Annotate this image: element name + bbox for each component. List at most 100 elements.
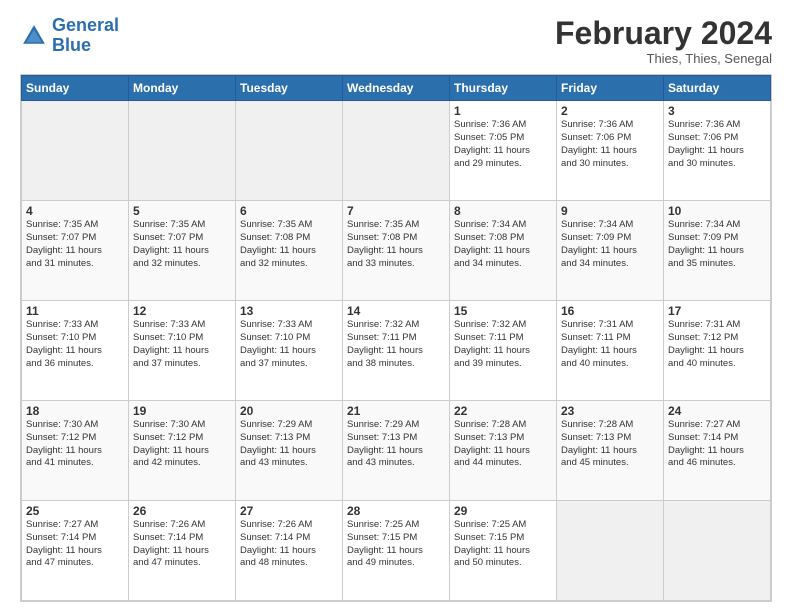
- calendar-cell: 13Sunrise: 7:33 AM Sunset: 7:10 PM Dayli…: [236, 301, 343, 401]
- logo-text: General Blue: [52, 16, 119, 56]
- day-info: Sunrise: 7:34 AM Sunset: 7:09 PM Dayligh…: [561, 219, 659, 270]
- calendar-cell: 14Sunrise: 7:32 AM Sunset: 7:11 PM Dayli…: [343, 301, 450, 401]
- calendar-cell: 5Sunrise: 7:35 AM Sunset: 7:07 PM Daylig…: [129, 201, 236, 301]
- day-info: Sunrise: 7:29 AM Sunset: 7:13 PM Dayligh…: [240, 419, 338, 470]
- day-info: Sunrise: 7:33 AM Sunset: 7:10 PM Dayligh…: [133, 319, 231, 370]
- day-number: 15: [454, 304, 552, 318]
- day-info: Sunrise: 7:30 AM Sunset: 7:12 PM Dayligh…: [133, 419, 231, 470]
- day-info: Sunrise: 7:27 AM Sunset: 7:14 PM Dayligh…: [26, 519, 124, 570]
- day-info: Sunrise: 7:26 AM Sunset: 7:14 PM Dayligh…: [133, 519, 231, 570]
- day-info: Sunrise: 7:25 AM Sunset: 7:15 PM Dayligh…: [347, 519, 445, 570]
- week-row-4: 18Sunrise: 7:30 AM Sunset: 7:12 PM Dayli…: [22, 401, 771, 501]
- day-number: 18: [26, 404, 124, 418]
- weekday-row: SundayMondayTuesdayWednesdayThursdayFrid…: [22, 76, 771, 101]
- calendar-cell: 12Sunrise: 7:33 AM Sunset: 7:10 PM Dayli…: [129, 301, 236, 401]
- day-info: Sunrise: 7:34 AM Sunset: 7:08 PM Dayligh…: [454, 219, 552, 270]
- page: General Blue February 2024 Thies, Thies,…: [0, 0, 792, 612]
- logo-icon: [20, 22, 48, 50]
- day-number: 24: [668, 404, 766, 418]
- day-number: 22: [454, 404, 552, 418]
- day-info: Sunrise: 7:31 AM Sunset: 7:11 PM Dayligh…: [561, 319, 659, 370]
- day-info: Sunrise: 7:29 AM Sunset: 7:13 PM Dayligh…: [347, 419, 445, 470]
- day-number: 1: [454, 104, 552, 118]
- day-info: Sunrise: 7:36 AM Sunset: 7:06 PM Dayligh…: [668, 119, 766, 170]
- day-number: 2: [561, 104, 659, 118]
- calendar-cell: 27Sunrise: 7:26 AM Sunset: 7:14 PM Dayli…: [236, 501, 343, 601]
- calendar-cell: [343, 101, 450, 201]
- day-number: 27: [240, 504, 338, 518]
- calendar-cell: 2Sunrise: 7:36 AM Sunset: 7:06 PM Daylig…: [557, 101, 664, 201]
- day-info: Sunrise: 7:30 AM Sunset: 7:12 PM Dayligh…: [26, 419, 124, 470]
- day-number: 4: [26, 204, 124, 218]
- calendar-cell: 7Sunrise: 7:35 AM Sunset: 7:08 PM Daylig…: [343, 201, 450, 301]
- day-info: Sunrise: 7:35 AM Sunset: 7:08 PM Dayligh…: [240, 219, 338, 270]
- day-number: 25: [26, 504, 124, 518]
- calendar-cell: 21Sunrise: 7:29 AM Sunset: 7:13 PM Dayli…: [343, 401, 450, 501]
- day-info: Sunrise: 7:28 AM Sunset: 7:13 PM Dayligh…: [561, 419, 659, 470]
- calendar-cell: 25Sunrise: 7:27 AM Sunset: 7:14 PM Dayli…: [22, 501, 129, 601]
- calendar-cell: 18Sunrise: 7:30 AM Sunset: 7:12 PM Dayli…: [22, 401, 129, 501]
- day-number: 29: [454, 504, 552, 518]
- calendar-cell: 11Sunrise: 7:33 AM Sunset: 7:10 PM Dayli…: [22, 301, 129, 401]
- calendar-cell: 3Sunrise: 7:36 AM Sunset: 7:06 PM Daylig…: [664, 101, 771, 201]
- day-number: 17: [668, 304, 766, 318]
- week-row-2: 4 Sunrise: 7:35 AM Sunset: 7:07 PM Daylig…: [22, 201, 771, 301]
- calendar-cell: [129, 101, 236, 201]
- calendar-cell: 29Sunrise: 7:25 AM Sunset: 7:15 PM Dayli…: [450, 501, 557, 601]
- calendar-cell: 24Sunrise: 7:27 AM Sunset: 7:14 PM Dayli…: [664, 401, 771, 501]
- calendar-cell: [557, 501, 664, 601]
- weekday-header-saturday: Saturday: [664, 76, 771, 101]
- calendar-body: 1Sunrise: 7:36 AM Sunset: 7:05 PM Daylig…: [22, 101, 771, 601]
- day-info: Sunrise: 7:35 AM Sunset: 7:07 PM Dayligh…: [133, 219, 231, 270]
- day-info: Sunrise: 7:34 AM Sunset: 7:09 PM Dayligh…: [668, 219, 766, 270]
- day-info: Sunrise: 7:28 AM Sunset: 7:13 PM Dayligh…: [454, 419, 552, 470]
- day-info: Sunrise: 7:35 AM Sunset: 7:08 PM Dayligh…: [347, 219, 445, 270]
- day-info: Sunrise: 7:25 AM Sunset: 7:15 PM Dayligh…: [454, 519, 552, 570]
- calendar-cell: 28Sunrise: 7:25 AM Sunset: 7:15 PM Dayli…: [343, 501, 450, 601]
- week-row-3: 11Sunrise: 7:33 AM Sunset: 7:10 PM Dayli…: [22, 301, 771, 401]
- logo-line2: Blue: [52, 35, 91, 55]
- day-number: 13: [240, 304, 338, 318]
- logo-line1: General: [52, 15, 119, 35]
- calendar-cell: 19Sunrise: 7:30 AM Sunset: 7:12 PM Dayli…: [129, 401, 236, 501]
- day-info: Sunrise: 7:33 AM Sunset: 7:10 PM Dayligh…: [26, 319, 124, 370]
- logo: General Blue: [20, 16, 119, 56]
- title-block: February 2024 Thies, Thies, Senegal: [555, 16, 772, 66]
- weekday-header-wednesday: Wednesday: [343, 76, 450, 101]
- day-number: 16: [561, 304, 659, 318]
- day-number: 10: [668, 204, 766, 218]
- calendar-cell: 9Sunrise: 7:34 AM Sunset: 7:09 PM Daylig…: [557, 201, 664, 301]
- weekday-header-thursday: Thursday: [450, 76, 557, 101]
- day-number: 28: [347, 504, 445, 518]
- calendar-cell: 26Sunrise: 7:26 AM Sunset: 7:14 PM Dayli…: [129, 501, 236, 601]
- day-number: 9: [561, 204, 659, 218]
- calendar-cell: 23Sunrise: 7:28 AM Sunset: 7:13 PM Dayli…: [557, 401, 664, 501]
- day-number: 7: [347, 204, 445, 218]
- calendar-cell: 17Sunrise: 7:31 AM Sunset: 7:12 PM Dayli…: [664, 301, 771, 401]
- calendar-cell: 16Sunrise: 7:31 AM Sunset: 7:11 PM Dayli…: [557, 301, 664, 401]
- day-number: 26: [133, 504, 231, 518]
- day-info: Sunrise: 7:26 AM Sunset: 7:14 PM Dayligh…: [240, 519, 338, 570]
- week-row-5: 25Sunrise: 7:27 AM Sunset: 7:14 PM Dayli…: [22, 501, 771, 601]
- day-info: Sunrise: 7:32 AM Sunset: 7:11 PM Dayligh…: [454, 319, 552, 370]
- day-number: 19: [133, 404, 231, 418]
- weekday-header-monday: Monday: [129, 76, 236, 101]
- calendar: SundayMondayTuesdayWednesdayThursdayFrid…: [20, 74, 772, 602]
- month-title: February 2024: [555, 16, 772, 51]
- location-subtitle: Thies, Thies, Senegal: [555, 51, 772, 66]
- day-info: Sunrise: 7:36 AM Sunset: 7:06 PM Dayligh…: [561, 119, 659, 170]
- day-info: Sunrise: 7:36 AM Sunset: 7:05 PM Dayligh…: [454, 119, 552, 170]
- calendar-header: SundayMondayTuesdayWednesdayThursdayFrid…: [22, 76, 771, 101]
- day-number: 20: [240, 404, 338, 418]
- weekday-header-tuesday: Tuesday: [236, 76, 343, 101]
- calendar-cell: [236, 101, 343, 201]
- week-row-1: 1Sunrise: 7:36 AM Sunset: 7:05 PM Daylig…: [22, 101, 771, 201]
- day-number: 5: [133, 204, 231, 218]
- calendar-cell: [22, 101, 129, 201]
- day-info: Sunrise: 7:32 AM Sunset: 7:11 PM Dayligh…: [347, 319, 445, 370]
- day-info: Sunrise: 7:33 AM Sunset: 7:10 PM Dayligh…: [240, 319, 338, 370]
- calendar-cell: 4Sunrise: 7:35 AM Sunset: 7:07 PM Daylig…: [22, 201, 129, 301]
- day-number: 11: [26, 304, 124, 318]
- day-number: 12: [133, 304, 231, 318]
- day-number: 3: [668, 104, 766, 118]
